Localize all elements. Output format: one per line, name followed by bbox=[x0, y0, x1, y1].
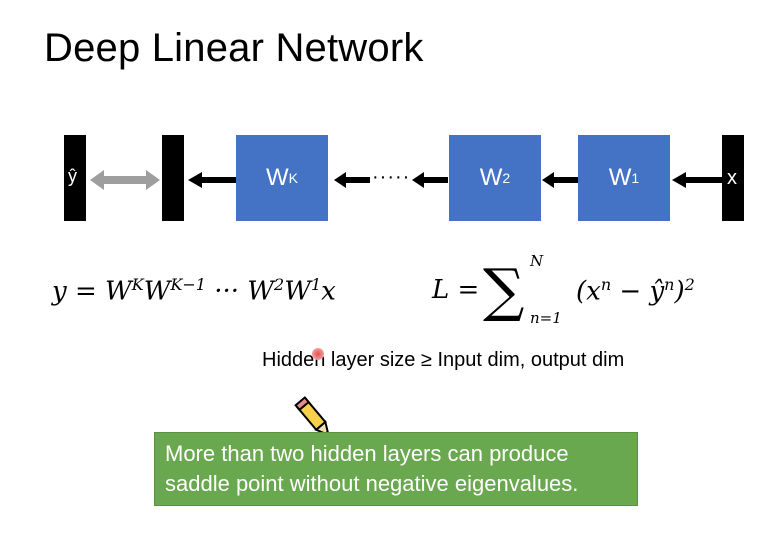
weight-1-base: W bbox=[608, 164, 632, 191]
weight-2-exp: 2 bbox=[502, 170, 511, 186]
loss-body-a: (x bbox=[576, 276, 601, 307]
model-exp: 2 bbox=[274, 275, 285, 294]
y-hat-label: ŷ bbox=[68, 166, 77, 186]
weight-k-base: W bbox=[266, 164, 289, 191]
weight-box-1: W1 bbox=[578, 135, 670, 221]
model-x: x bbox=[321, 276, 336, 307]
sum-upper: N bbox=[530, 252, 544, 270]
weight-k-exp: K bbox=[288, 170, 298, 186]
model-w: W bbox=[143, 276, 171, 307]
y-label: y bbox=[172, 167, 182, 189]
laser-pointer-dot bbox=[312, 348, 324, 360]
loss-lhs: L = bbox=[432, 275, 480, 305]
model-lhs: y = bbox=[52, 276, 106, 307]
loss-body: (xn − ŷn)2 bbox=[576, 275, 695, 307]
arrow-left-icon bbox=[188, 172, 236, 188]
loss-body-b: − ŷ bbox=[611, 276, 665, 307]
model-exp: K−1 bbox=[170, 275, 206, 294]
arrow-left-icon bbox=[672, 172, 722, 188]
loss-exp: n bbox=[600, 275, 612, 294]
weight-2-base: W bbox=[479, 164, 503, 191]
weight-box-2: W2 bbox=[449, 135, 541, 221]
model-exp: 1 bbox=[310, 275, 322, 294]
loss-body-c: ) bbox=[674, 276, 685, 307]
model-exp: K bbox=[131, 275, 144, 294]
sum-lower: n=1 bbox=[530, 309, 562, 327]
model-w: W bbox=[105, 276, 132, 307]
model-w: ··· W bbox=[205, 276, 275, 307]
loss-exp: n bbox=[664, 275, 675, 294]
arrow-left-icon bbox=[412, 172, 448, 188]
callout-line-1: More than two hidden layers can produce bbox=[165, 441, 569, 466]
arrow-left-icon bbox=[542, 172, 578, 188]
weight-1-exp: 1 bbox=[631, 170, 640, 186]
slide-title: Deep Linear Network bbox=[44, 26, 424, 70]
callout-line-2: saddle point without negative eigenvalue… bbox=[165, 471, 579, 496]
sum-sign: ∑ bbox=[483, 256, 525, 324]
model-equation: y = WKWK−1 ··· W2W1x bbox=[52, 275, 336, 307]
double-arrow-icon bbox=[90, 170, 160, 190]
loss-power: 2 bbox=[684, 275, 695, 294]
arrow-left-icon bbox=[334, 172, 370, 188]
weight-box-k: WK bbox=[236, 135, 328, 221]
ellipsis: ····· bbox=[372, 166, 411, 188]
x-label: x bbox=[727, 167, 737, 189]
callout-box: More than two hidden layers can produce … bbox=[154, 432, 638, 506]
model-w: W bbox=[284, 276, 311, 307]
